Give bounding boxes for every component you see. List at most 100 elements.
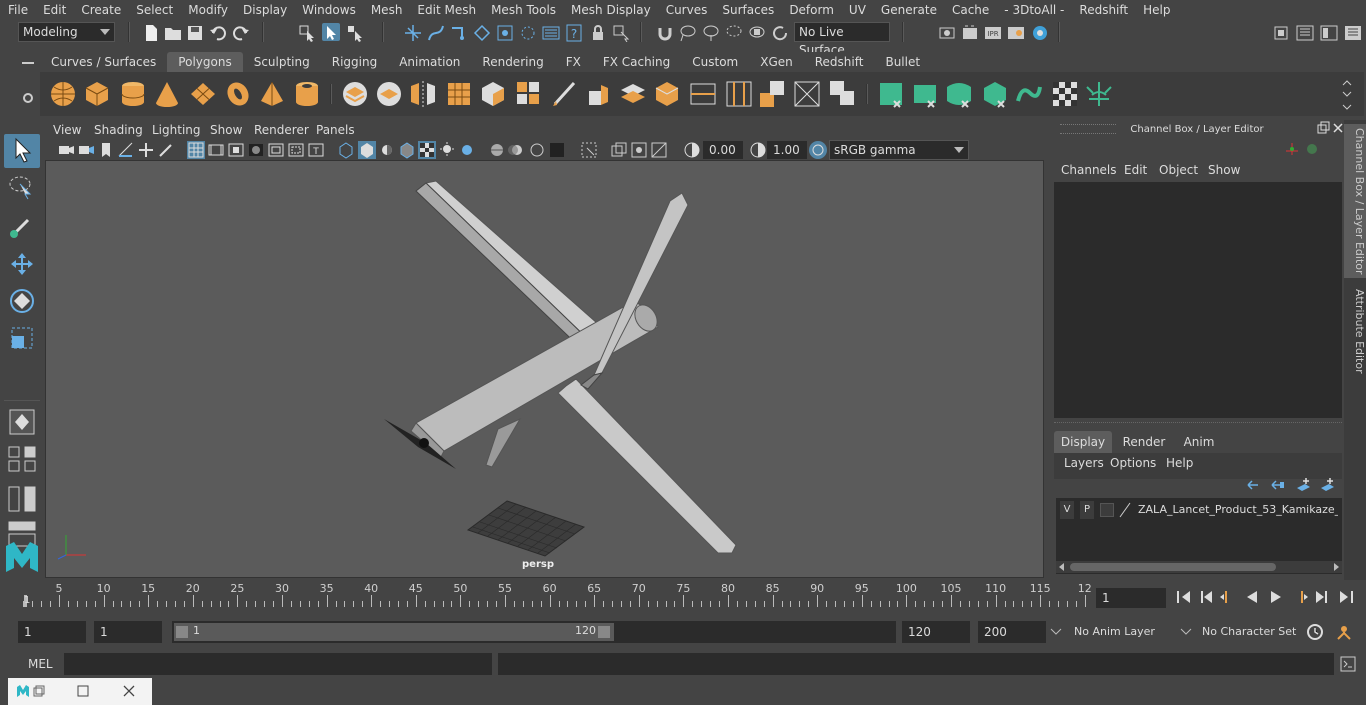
shelf-tab-fx[interactable]: FX xyxy=(554,52,592,72)
separate-icon[interactable] xyxy=(374,79,404,109)
select-lock-icon[interactable] xyxy=(612,24,630,42)
grease-pencil-icon[interactable] xyxy=(157,141,175,159)
image-plane-icon[interactable] xyxy=(117,141,135,159)
start-time-field[interactable]: 1 xyxy=(18,621,86,643)
shelf-tab-animation[interactable]: Animation xyxy=(388,52,472,72)
panel-splitter[interactable] xyxy=(1054,422,1342,426)
textured-icon[interactable] xyxy=(418,141,436,159)
shelf-tab-bullet[interactable]: Bullet xyxy=(874,52,932,72)
range-slider-right-grip[interactable] xyxy=(598,626,610,638)
camera-select-icon[interactable] xyxy=(57,141,75,159)
render-region-icon[interactable] xyxy=(542,24,560,42)
restore-icon[interactable] xyxy=(32,684,46,698)
menu-3dtoall[interactable]: - 3DtoAll - xyxy=(996,0,1071,20)
select-tool[interactable] xyxy=(4,134,40,168)
maximize-icon[interactable] xyxy=(76,684,90,698)
range-slider-track[interactable]: 1 120 xyxy=(172,621,896,643)
live-surface-field[interactable]: No Live Surface xyxy=(794,22,890,57)
layer-name[interactable]: ZALA_Lancet_Product_53_Kamikaze_Drc xyxy=(1138,503,1338,516)
perspective-viewport[interactable]: persp xyxy=(45,160,1044,578)
mel-input[interactable] xyxy=(64,653,492,675)
lasso-object-icon[interactable] xyxy=(748,24,766,42)
shelf-tab-fx-caching[interactable]: FX Caching xyxy=(591,52,682,72)
extrude-icon[interactable] xyxy=(584,79,614,109)
use-default-material-icon[interactable] xyxy=(378,141,396,159)
target-weld-icon[interactable] xyxy=(828,79,858,109)
poly-sphere-icon[interactable] xyxy=(48,79,78,109)
side-tab-channel-box[interactable]: Channel Box / Layer Editor xyxy=(1344,124,1366,278)
anim-layer-dropdown[interactable]: No Anim Layer xyxy=(1066,621,1176,643)
render-view-icon[interactable] xyxy=(1007,24,1025,42)
gate-mask-icon[interactable] xyxy=(247,141,265,159)
new-scene-icon[interactable] xyxy=(142,24,160,42)
lasso-icon[interactable] xyxy=(679,24,697,42)
manipulator-axis-icon[interactable] xyxy=(1284,141,1300,157)
drone-model-scene[interactable] xyxy=(46,161,1044,578)
gamma-icon[interactable] xyxy=(749,141,767,159)
exposure-field[interactable]: 0.00 xyxy=(703,141,743,159)
menu-modify[interactable]: Modify xyxy=(180,0,235,20)
layer-type-toggle[interactable] xyxy=(1100,503,1114,517)
xray-components-icon[interactable] xyxy=(650,141,668,159)
offset-edge-loop-icon[interactable] xyxy=(724,79,754,109)
playback-start-field[interactable]: 1 xyxy=(94,621,162,643)
menu-mesh[interactable]: Mesh xyxy=(363,0,410,20)
attribute-editor-toggle-icon[interactable] xyxy=(1296,24,1314,42)
shelf-tab-curves-surfaces[interactable]: Curves / Surfaces xyxy=(40,52,168,72)
move-layer-down-icon[interactable] xyxy=(1268,476,1286,494)
depth-of-field-icon[interactable] xyxy=(548,141,566,159)
2d-pan-zoom-icon[interactable] xyxy=(137,141,155,159)
channel-list[interactable] xyxy=(1054,182,1342,418)
append-to-polygon-icon[interactable] xyxy=(652,79,682,109)
layer-visibility-toggle[interactable]: V xyxy=(1060,501,1074,519)
uv-spherical-icon[interactable] xyxy=(944,79,974,109)
menu-uv[interactable]: UV xyxy=(841,0,873,20)
snap-curve-icon[interactable] xyxy=(427,24,445,42)
step-back-key-icon[interactable] xyxy=(1218,588,1238,606)
poly-torus-icon[interactable] xyxy=(223,79,253,109)
film-gate-icon[interactable] xyxy=(207,141,225,159)
layer-tab-anim[interactable]: Anim xyxy=(1176,431,1222,453)
uv-cylindrical-icon[interactable] xyxy=(910,79,940,109)
mode-dropdown[interactable]: Modeling xyxy=(18,22,115,42)
shelf-tab-sculpting[interactable]: Sculpting xyxy=(242,52,321,72)
render-frame-icon[interactable] xyxy=(961,24,979,42)
save-scene-icon[interactable] xyxy=(186,24,204,42)
play-backward-icon[interactable] xyxy=(1242,588,1262,606)
shelf-menu-icon[interactable] xyxy=(18,56,38,70)
menu-file[interactable]: File xyxy=(0,0,35,20)
side-tab-attribute-editor[interactable]: Attribute Editor xyxy=(1344,286,1366,376)
chevron-down-icon[interactable] xyxy=(1050,628,1062,636)
playback-end-field[interactable]: 120 xyxy=(902,621,970,643)
menu-redshift[interactable]: Redshift xyxy=(1071,0,1135,20)
paint-select-tool[interactable] xyxy=(4,210,40,244)
poly-cone-icon[interactable] xyxy=(152,79,182,109)
field-chart-icon[interactable] xyxy=(267,141,285,159)
xray-icon[interactable] xyxy=(610,141,628,159)
scale-tool[interactable] xyxy=(4,322,40,356)
menu-generate[interactable]: Generate xyxy=(873,0,944,20)
menu-edit[interactable]: Edit xyxy=(35,0,73,20)
layers-menu[interactable]: Layers xyxy=(1064,456,1104,470)
menu-select[interactable]: Select xyxy=(128,0,180,20)
safe-action-icon[interactable] xyxy=(287,141,305,159)
show-manipulator-tool[interactable] xyxy=(4,406,40,440)
uv-planar-icon[interactable] xyxy=(876,79,906,109)
new-layer-icon[interactable] xyxy=(1294,476,1312,494)
exposure-icon[interactable] xyxy=(683,141,701,159)
channel-object-menu[interactable]: Object xyxy=(1159,163,1198,177)
shelf-tab-polygons[interactable]: Polygons xyxy=(167,52,243,72)
shelf-tab-rendering[interactable]: Rendering xyxy=(471,52,555,72)
poly-cylinder-icon[interactable] xyxy=(118,79,148,109)
isolate-select-icon[interactable] xyxy=(580,141,598,159)
modeling-toolkit-icon[interactable] xyxy=(1272,24,1290,42)
close-icon[interactable] xyxy=(1331,121,1345,135)
character-set-dropdown[interactable]: No Character Set xyxy=(1196,621,1300,643)
step-forward-icon[interactable] xyxy=(1312,588,1332,606)
hypershade-icon[interactable] xyxy=(1031,24,1049,42)
snap-grid-icon[interactable] xyxy=(404,24,422,42)
channel-box-toggle-icon[interactable] xyxy=(1344,24,1362,42)
gamma-field[interactable]: 1.00 xyxy=(767,141,807,159)
checker-map-icon[interactable] xyxy=(1050,79,1080,109)
poly-pipe-icon[interactable] xyxy=(292,79,322,109)
